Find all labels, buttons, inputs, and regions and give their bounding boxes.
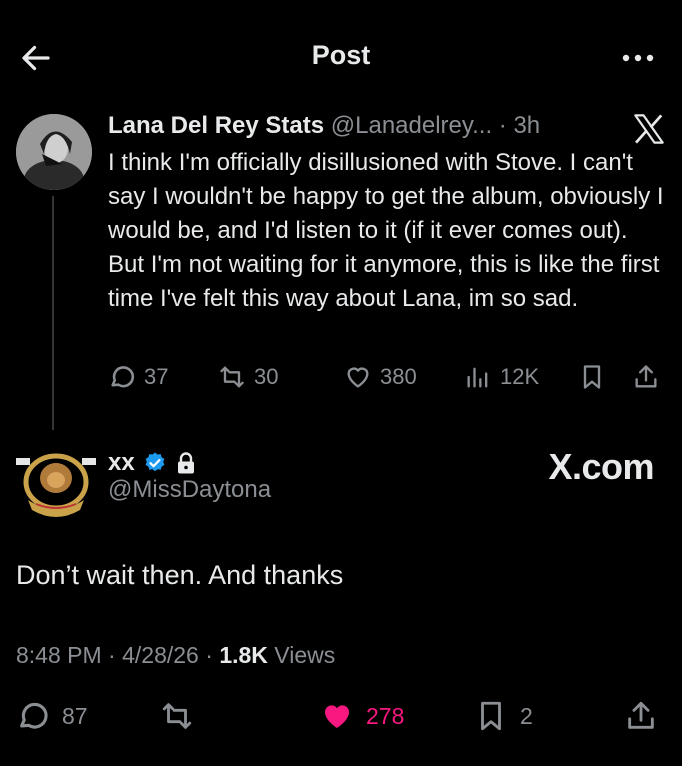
- bookmark-button[interactable]: 2: [474, 696, 533, 736]
- user-name[interactable]: xx: [108, 449, 135, 477]
- bookmarks-count: 2: [520, 702, 533, 729]
- repost-button[interactable]: [160, 696, 206, 736]
- quoted-text: I think I'm officially disillusioned wit…: [108, 149, 664, 312]
- post-date: 4/28/26: [122, 642, 199, 668]
- quoted-replies-count: 37: [144, 364, 169, 389]
- like-icon: [347, 367, 369, 388]
- page-title: Post: [311, 40, 371, 70]
- user-handle[interactable]: @MissDaytona: [108, 476, 271, 504]
- user-name-row: xx: [108, 446, 197, 480]
- post-meta: 8:48 PM · 4/28/26 · 1.8K Views: [16, 642, 335, 669]
- x-logo-icon: [634, 114, 664, 144]
- quoted-name[interactable]: Lana Del Rey Stats: [108, 112, 324, 139]
- likes-count: 278: [366, 702, 405, 729]
- quoted-views-count: 12K: [500, 364, 540, 389]
- quoted-repost-button[interactable]: 30: [218, 360, 278, 394]
- quoted-reposts-count: 30: [254, 364, 279, 389]
- quoted-reply-button[interactable]: 37: [108, 360, 168, 394]
- bookmark-icon: [481, 701, 501, 731]
- quoted-actions: 37 30 380 12K: [108, 360, 668, 394]
- meta-separator: ·: [108, 642, 116, 668]
- repost-icon: [220, 366, 244, 388]
- quoted-likes-count: 380: [380, 364, 417, 389]
- post-actions: 87 278 2: [0, 696, 682, 736]
- quoted-bookmark-button[interactable]: [578, 360, 614, 394]
- x-com-watermark: X.com: [548, 446, 654, 487]
- quoted-share-button[interactable]: [632, 360, 668, 394]
- replies-count: 87: [62, 702, 88, 729]
- quoted-time: · 3h: [498, 112, 541, 139]
- quoted-header: Lana Del Rey Stats @Lanadelrey... · 3h: [108, 112, 540, 146]
- meta-separator: ·: [205, 642, 213, 668]
- like-button[interactable]: 278: [320, 696, 404, 736]
- share-button[interactable]: [624, 696, 670, 736]
- more-icon[interactable]: [618, 46, 658, 70]
- views-label: Views: [274, 642, 336, 668]
- share-icon: [628, 701, 654, 729]
- quoted-like-button[interactable]: 380: [344, 360, 417, 394]
- repost-icon: [162, 703, 192, 729]
- lock-icon: [177, 452, 194, 474]
- like-icon: [324, 705, 350, 729]
- views-count[interactable]: 1.8K: [219, 642, 268, 668]
- quoted-avatar[interactable]: [16, 114, 92, 190]
- reply-icon: [111, 366, 135, 388]
- views-icon: [467, 367, 488, 388]
- share-icon: [635, 365, 657, 388]
- reply-icon: [20, 702, 48, 729]
- quoted-handle[interactable]: @Lanadelrey...: [331, 112, 492, 139]
- post-text: Don’t wait then. And thanks: [16, 560, 344, 590]
- thread-line: [52, 196, 54, 430]
- top-bar: Post: [0, 0, 682, 112]
- quoted-views-button[interactable]: 12K: [464, 360, 539, 394]
- user-avatar[interactable]: [14, 440, 98, 524]
- bookmark-icon: [583, 365, 601, 389]
- verified-badge-icon: [145, 452, 165, 472]
- post-time: 8:48 PM: [16, 642, 102, 668]
- reply-button[interactable]: 87: [16, 696, 88, 736]
